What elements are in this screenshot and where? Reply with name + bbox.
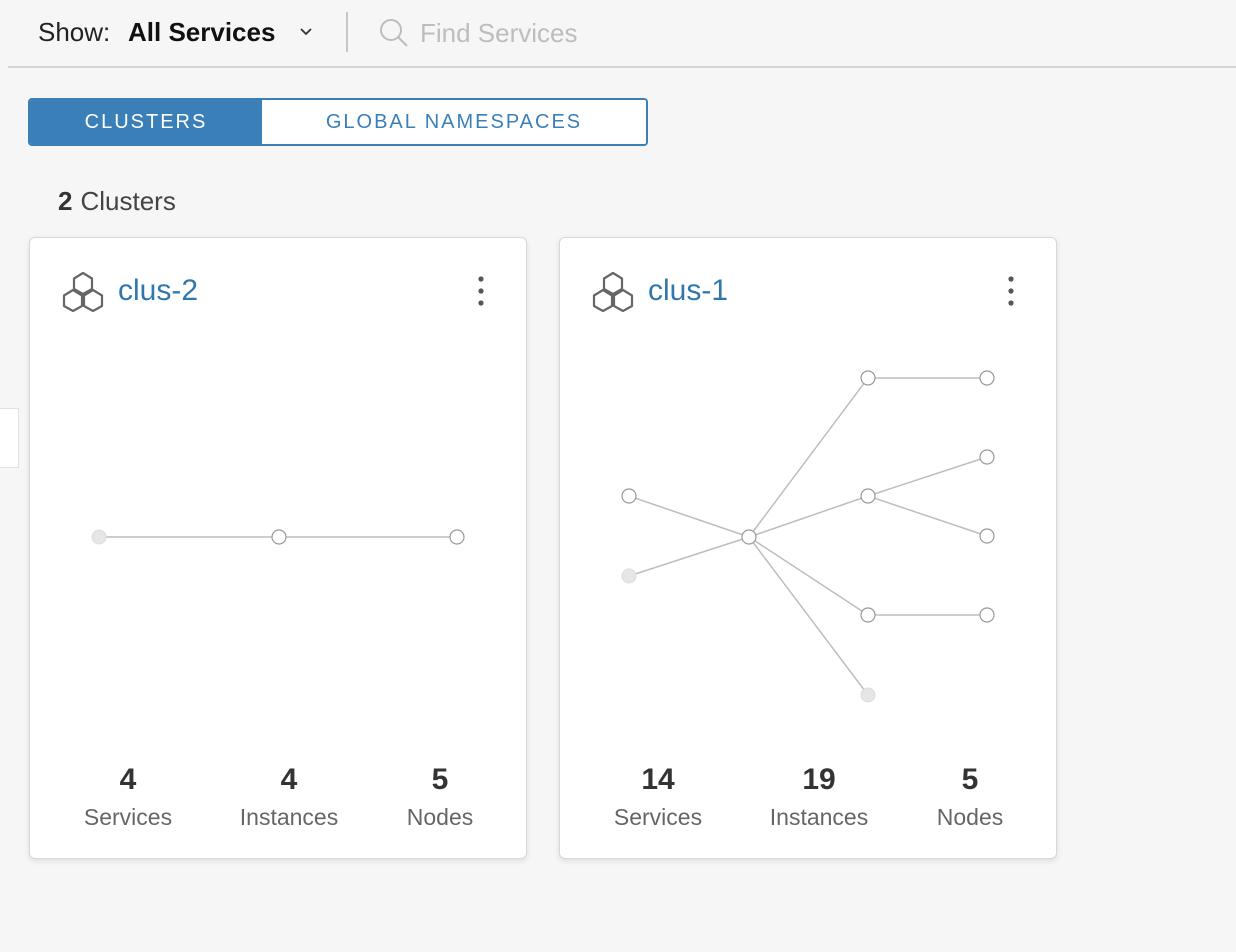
stat-services: 14 Services [588,760,728,834]
stat-label: Services [613,804,703,830]
cluster-name-link[interactable]: clus-1 [648,274,728,308]
cluster-count: 2 Clusters [58,186,176,217]
stat-value: 4 [280,763,298,796]
tab-global-namespaces[interactable]: GLOBAL NAMESPACES [262,100,646,144]
stat-label: Nodes [936,804,1004,830]
toolbar-divider [346,12,348,52]
stat-value: 5 [961,763,979,796]
stat-label: Instances [239,804,339,830]
stat-instances: 4 Instances [219,760,359,834]
stat-nodes: 5 Nodes [370,760,510,834]
search-icon [380,19,408,47]
search-input[interactable] [420,14,820,52]
show-filter-dropdown[interactable]: All Services [128,17,275,48]
cluster-card[interactable]: clus-1 14 Services 19 Instances 5 Nodes [559,237,1057,859]
more-options-icon[interactable] [470,274,492,308]
view-toggle: CLUSTERS GLOBAL NAMESPACES [28,98,648,146]
chevron-down-icon[interactable] [296,24,316,40]
stat-value: 5 [431,763,449,796]
cluster-count-value: 2 [58,186,73,216]
side-panel-handle[interactable] [0,408,19,468]
stat-label: Instances [769,804,869,830]
cluster-count-label: Clusters [80,186,176,216]
stat-value: 4 [119,763,137,796]
stat-value: 19 [802,763,836,796]
tab-clusters[interactable]: CLUSTERS [30,100,262,144]
toolbar: Show: All Services [8,0,1236,68]
cluster-card[interactable]: clus-2 4 Services 4 Instances 5 Nodes [29,237,527,859]
hexagon-cluster-icon [592,271,634,313]
hexagon-cluster-icon [62,271,104,313]
more-options-icon[interactable] [1000,274,1022,308]
stat-nodes: 5 Nodes [900,760,1040,834]
cluster-name-link[interactable]: clus-2 [118,274,198,308]
stat-label: Nodes [406,804,474,830]
stat-label: Services [83,804,173,830]
stat-value: 14 [641,763,675,796]
stat-instances: 19 Instances [749,760,889,834]
show-label: Show: [38,17,111,47]
stat-services: 4 Services [58,760,198,834]
